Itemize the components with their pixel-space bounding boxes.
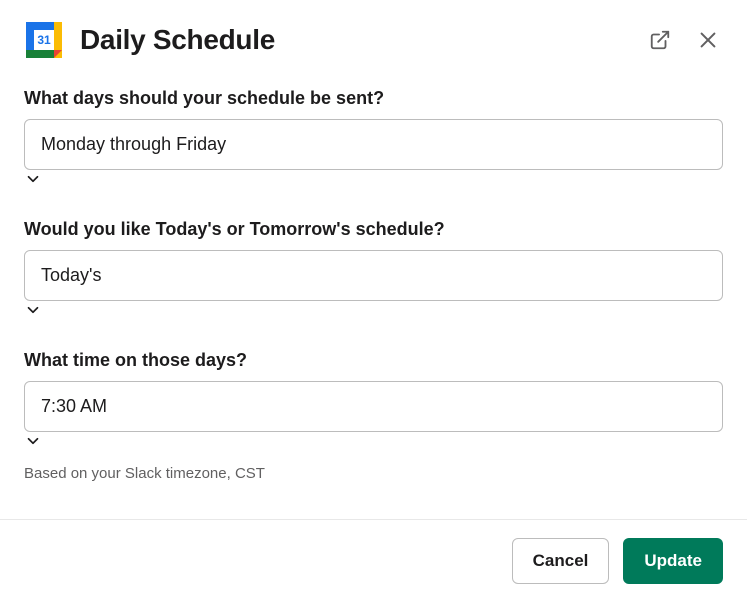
chevron-down-icon bbox=[24, 301, 42, 319]
chevron-down-icon bbox=[24, 170, 42, 188]
time-select-value: 7:30 AM bbox=[41, 396, 107, 417]
timezone-hint: Based on your Slack timezone, CST bbox=[24, 465, 723, 482]
modal-footer: Cancel Update bbox=[0, 519, 747, 606]
chevron-down-icon bbox=[24, 432, 42, 450]
update-button[interactable]: Update bbox=[623, 538, 723, 584]
days-label: What days should your schedule be sent? bbox=[24, 88, 723, 109]
which-select-value: Today's bbox=[41, 265, 101, 286]
days-select-value: Monday through Friday bbox=[41, 134, 226, 155]
open-external-button[interactable] bbox=[645, 25, 675, 55]
close-icon bbox=[697, 29, 719, 51]
svg-text:31: 31 bbox=[37, 33, 51, 47]
which-select[interactable]: Today's bbox=[24, 250, 723, 301]
header-actions bbox=[645, 25, 723, 55]
days-select[interactable]: Monday through Friday bbox=[24, 119, 723, 170]
close-button[interactable] bbox=[693, 25, 723, 55]
time-select[interactable]: 7:30 AM bbox=[24, 381, 723, 432]
modal-body: 31 Daily Schedule What days should your … bbox=[0, 0, 747, 519]
modal-header: 31 Daily Schedule bbox=[24, 20, 723, 60]
modal-title: Daily Schedule bbox=[80, 24, 645, 56]
cancel-button[interactable]: Cancel bbox=[512, 538, 610, 584]
which-label: Would you like Today's or Tomorrow's sch… bbox=[24, 219, 723, 240]
google-calendar-icon: 31 bbox=[24, 20, 64, 60]
time-label: What time on those days? bbox=[24, 350, 723, 371]
external-link-icon bbox=[649, 29, 671, 51]
